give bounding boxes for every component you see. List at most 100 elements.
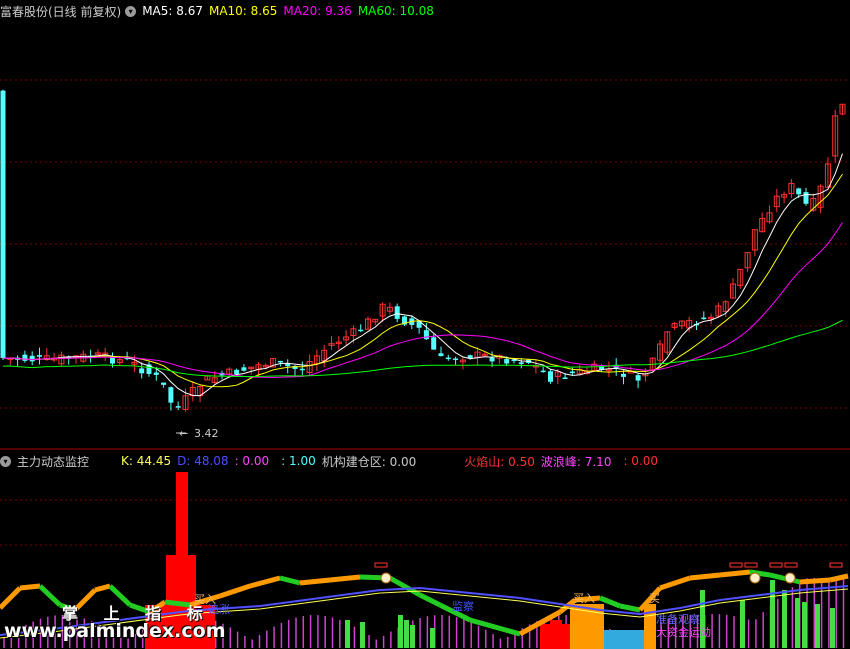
- k-value: K: 44.45: [121, 454, 172, 468]
- peak-marker: [829, 562, 843, 568]
- candle-body: [241, 367, 247, 371]
- wave-line: [164, 599, 191, 608]
- candle-body: [701, 317, 707, 320]
- indicator-plot: [0, 472, 849, 649]
- coin-icon: [784, 572, 796, 584]
- wave-line: [219, 583, 251, 599]
- candle-body: [175, 406, 181, 408]
- candle-body: [540, 370, 546, 373]
- ma10-line: [2, 173, 843, 388]
- green-bar: [430, 628, 435, 648]
- candle-body: [504, 359, 510, 364]
- green-bar: [770, 580, 775, 648]
- candle-body: [423, 330, 429, 340]
- candle-body: [803, 192, 809, 204]
- wave-line: [108, 584, 132, 607]
- observe-label: 监察: [452, 599, 474, 613]
- price-grid: [0, 79, 850, 546]
- chase-label: 追涨: [208, 602, 230, 616]
- chevron-down-icon[interactable]: ▾: [125, 5, 137, 17]
- green-bar: [404, 620, 409, 648]
- wave-line: [418, 592, 442, 608]
- watch-label: 准备观察: [656, 612, 700, 626]
- wave-line: [689, 572, 721, 581]
- low-price-label: 3.42: [194, 427, 219, 440]
- ma20-value: MA20: 9.36: [283, 4, 352, 18]
- main-force-label: 大资金运动: [656, 625, 711, 639]
- candle-body: [562, 377, 568, 380]
- d-line: [0, 585, 849, 636]
- candle-body: [37, 355, 42, 357]
- green-bar: [795, 598, 800, 648]
- fire-bar: [550, 620, 562, 630]
- value-2: : 1.00: [281, 454, 316, 468]
- wave-line: [0, 586, 22, 610]
- wave-line: [38, 584, 62, 607]
- fire-mountain-value: 火焰山: 0.50: [464, 454, 535, 469]
- green-bar: [802, 602, 807, 648]
- candlestick-series: [0, 89, 846, 412]
- candle-body: [22, 354, 28, 361]
- candle-body: [569, 371, 575, 374]
- wave-line: [329, 574, 361, 583]
- candle-body: [0, 90, 6, 359]
- green-bar: [815, 604, 820, 648]
- wave-line: [829, 573, 849, 583]
- ma20-line: [2, 222, 843, 378]
- wave-line: [249, 575, 281, 589]
- green-bar: [782, 590, 787, 648]
- wave-line: [94, 583, 111, 593]
- wave-line: [719, 569, 751, 578]
- wave-line: [659, 575, 691, 591]
- candle-body: [548, 371, 553, 382]
- candle-body: [285, 363, 291, 367]
- wave-peak-value: 波浪峰: 7.10: [540, 454, 612, 469]
- ma5-value: MA5: 8.67: [142, 4, 203, 18]
- svg-text:←: ←: [179, 427, 188, 440]
- wave-line: [279, 575, 301, 586]
- candle-body: [394, 306, 400, 319]
- chart-canvas: 3.42 ← 买入 追涨 监察 买入 买 准备观察 大资金运动: [0, 79, 850, 649]
- stock-title[interactable]: 富春股份(日线 前复权): [0, 3, 121, 20]
- moving-average-lines: [2, 153, 843, 397]
- peak-marker: [729, 562, 743, 568]
- wave-line: [299, 577, 331, 586]
- green-bar: [410, 625, 415, 648]
- indicator-header: ▾ 主力动态监控 K: 44.45 D: 48.08 : 0.00 : 1.00…: [0, 452, 850, 470]
- buy-label-3: 买: [649, 592, 660, 605]
- candle-body: [277, 360, 283, 363]
- ma10-value: MA10: 8.65: [208, 4, 278, 18]
- low-price-marker: 3.42 ←: [176, 427, 219, 440]
- candle-body: [431, 337, 437, 350]
- candle-body: [438, 353, 444, 357]
- green-bar: [398, 615, 403, 648]
- candle-body: [453, 358, 459, 360]
- candle-body: [153, 372, 159, 375]
- candle-body: [467, 355, 473, 359]
- candle-body: [635, 375, 641, 381]
- cyan-bar: [604, 630, 644, 649]
- candle-body: [621, 373, 626, 377]
- wave-line: [469, 617, 521, 637]
- inst-zone-value: 机构建仓区: 0.00: [321, 454, 417, 469]
- wave-line: [619, 603, 641, 613]
- green-bar: [345, 620, 350, 648]
- coin-icon: [380, 572, 392, 584]
- price-header: 富春股份(日线 前复权) ▾ MA5: 8.67 MA10: 8.65 MA20…: [0, 2, 850, 20]
- buy-label-2: 买入: [573, 592, 595, 605]
- ma60-value: MA60: 10.08: [357, 4, 434, 18]
- candle-body: [299, 368, 305, 371]
- peak-marker: [769, 562, 783, 568]
- candle-body: [29, 355, 35, 362]
- candle-body: [796, 188, 802, 195]
- candle-body: [489, 357, 495, 362]
- candle-body: [358, 329, 364, 332]
- candle-body: [168, 387, 174, 403]
- peak-marker: [744, 562, 758, 568]
- wave-line: [19, 583, 41, 591]
- indicator-title[interactable]: 主力动态监控: [17, 453, 89, 470]
- candle-body: [445, 357, 451, 360]
- value-1: : 0.00: [234, 454, 270, 468]
- candle-body: [234, 369, 240, 375]
- chevron-down-icon[interactable]: ▾: [0, 455, 11, 467]
